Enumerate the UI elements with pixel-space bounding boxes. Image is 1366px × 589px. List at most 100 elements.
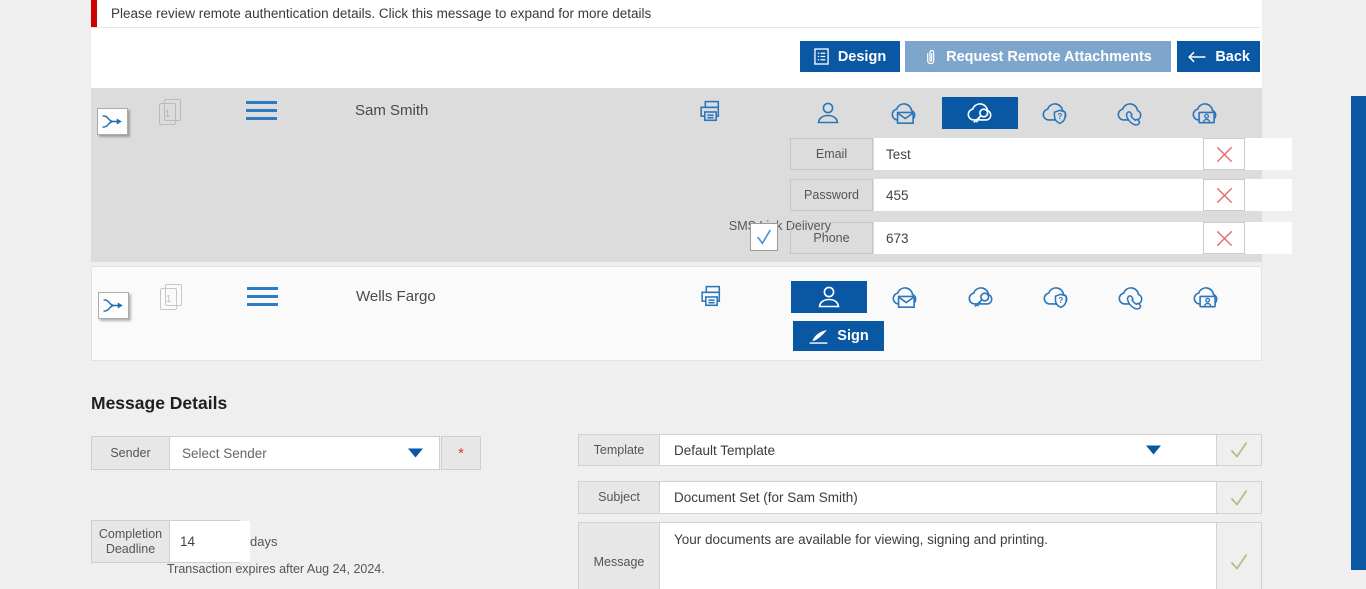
cloud-key-icon xyxy=(966,284,996,310)
check-icon xyxy=(753,226,775,248)
document-count-value: 1 xyxy=(159,103,176,125)
request-remote-attachments-button[interactable]: Request Remote Attachments xyxy=(905,41,1171,72)
svg-text:?: ? xyxy=(1058,296,1063,305)
recipient-name: Sam Smith xyxy=(355,102,428,119)
auth-method-email-button[interactable] xyxy=(866,97,942,129)
sign-pen-icon xyxy=(808,329,829,344)
check-icon xyxy=(1229,441,1249,459)
auth-method-person-button[interactable] xyxy=(791,281,867,313)
subject-valid-check xyxy=(1216,482,1261,513)
sign-button-label: Sign xyxy=(837,328,868,344)
message-textarea[interactable]: Your documents are available for viewing… xyxy=(660,523,1216,589)
auth-method-id-verification-button[interactable] xyxy=(1167,97,1243,129)
auth-method-sms-button[interactable] xyxy=(1092,97,1168,129)
message-label: Message xyxy=(579,523,660,589)
menu-icon[interactable] xyxy=(246,101,277,125)
days-unit-label: days xyxy=(250,534,277,549)
caret-down-icon xyxy=(1146,446,1161,455)
completion-deadline-input[interactable] xyxy=(170,521,250,562)
message-field-row: Message Your documents are available for… xyxy=(578,522,1262,589)
cloud-envelope-icon xyxy=(889,100,919,126)
reorder-recipient-button[interactable] xyxy=(98,292,129,319)
template-valid-check xyxy=(1216,435,1261,465)
template-label: Template xyxy=(579,435,660,465)
menu-icon[interactable] xyxy=(247,287,278,311)
back-button-label: Back xyxy=(1215,49,1250,65)
email-field-label: Email xyxy=(790,138,873,170)
delete-x-icon xyxy=(1214,144,1235,165)
delete-phone-button[interactable] xyxy=(1203,222,1245,254)
printer-icon xyxy=(697,99,724,126)
auth-method-qa-button[interactable]: ? xyxy=(1017,97,1093,129)
completion-deadline-label: Completion Deadline xyxy=(92,521,170,562)
password-field-label: Password xyxy=(790,179,873,211)
sender-required-marker: * xyxy=(441,436,481,470)
person-icon xyxy=(815,100,841,126)
scrollbar-thumb[interactable] xyxy=(1351,96,1366,570)
sign-button[interactable]: Sign xyxy=(793,321,884,351)
document-count-icon: 1 xyxy=(160,284,184,312)
auth-method-password-button[interactable] xyxy=(942,97,1018,129)
design-document-icon xyxy=(814,48,829,65)
esign-transaction-page: Please review remote authentication deta… xyxy=(0,0,1366,589)
check-icon xyxy=(1229,553,1249,571)
template-field-row: Template Default Template xyxy=(578,434,1262,466)
message-valid-check xyxy=(1216,523,1261,589)
sender-label: Sender xyxy=(92,437,170,469)
caret-down-icon xyxy=(408,449,423,458)
sender-select[interactable]: Select Sender xyxy=(170,437,439,469)
delete-password-button[interactable] xyxy=(1203,179,1245,211)
auth-method-id-verification-button[interactable] xyxy=(1168,281,1244,313)
request-remote-attachments-label: Request Remote Attachments xyxy=(946,49,1152,65)
svg-text:?: ? xyxy=(1057,112,1062,121)
auth-method-person-button[interactable] xyxy=(790,97,866,129)
cloud-shield-question-icon: ? xyxy=(1041,284,1071,310)
document-count-icon: 1 xyxy=(159,99,183,127)
delete-x-icon xyxy=(1214,185,1235,206)
subject-field-row: Subject Document Set (for Sam Smith) xyxy=(578,481,1262,514)
printer-icon-button[interactable] xyxy=(697,99,724,126)
template-select-value: Default Template xyxy=(674,443,775,458)
phone-field-label: Phone xyxy=(790,222,873,254)
cloud-phone-icon xyxy=(1116,284,1146,310)
merge-arrow-icon xyxy=(101,297,126,314)
cloud-key-icon xyxy=(965,100,995,126)
cloud-envelope-icon xyxy=(890,284,920,310)
expiry-note: Transaction expires after Aug 24, 2024. xyxy=(167,562,385,576)
sender-field-group: Sender Select Sender xyxy=(91,436,440,470)
back-button[interactable]: Back xyxy=(1177,41,1260,72)
merge-arrow-icon xyxy=(100,113,125,130)
cloud-id-card-icon xyxy=(1190,100,1220,126)
sms-link-delivery-checkbox[interactable] xyxy=(750,223,778,251)
recipient-row-wells-fargo: 1 Wells Fargo xyxy=(91,266,1262,361)
person-icon xyxy=(816,284,842,310)
warning-banner-text: Please review remote authentication deta… xyxy=(111,6,651,21)
document-count-value: 1 xyxy=(160,288,177,310)
message-details-heading: Message Details xyxy=(91,393,227,414)
remote-auth-warning-banner[interactable]: Please review remote authentication deta… xyxy=(91,0,1260,28)
paperclip-icon xyxy=(924,48,937,66)
design-button-label: Design xyxy=(838,49,886,65)
auth-method-password-button[interactable] xyxy=(943,281,1019,313)
template-select[interactable]: Default Template xyxy=(660,435,1216,465)
subject-input[interactable]: Document Set (for Sam Smith) xyxy=(660,482,1216,513)
reorder-recipient-button[interactable] xyxy=(97,108,128,135)
recipient-name: Wells Fargo xyxy=(356,288,436,305)
auth-method-email-button[interactable] xyxy=(867,281,943,313)
design-button[interactable]: Design xyxy=(800,41,900,72)
printer-icon-button[interactable] xyxy=(698,284,725,311)
printer-icon xyxy=(698,284,725,311)
auth-method-qa-button[interactable]: ? xyxy=(1018,281,1094,313)
cloud-id-card-icon xyxy=(1191,284,1221,310)
delete-x-icon xyxy=(1214,228,1235,249)
cloud-shield-question-icon: ? xyxy=(1040,100,1070,126)
check-icon xyxy=(1229,489,1249,507)
back-arrow-icon xyxy=(1187,50,1206,64)
auth-method-sms-button[interactable] xyxy=(1093,281,1169,313)
subject-label: Subject xyxy=(579,482,660,513)
warning-accent-bar xyxy=(91,0,97,27)
sender-select-value: Select Sender xyxy=(182,446,267,461)
recipient-row-sam-smith: 1 Sam Smith xyxy=(91,88,1262,262)
completion-deadline-group: Completion Deadline xyxy=(91,520,240,563)
delete-email-button[interactable] xyxy=(1203,138,1245,170)
